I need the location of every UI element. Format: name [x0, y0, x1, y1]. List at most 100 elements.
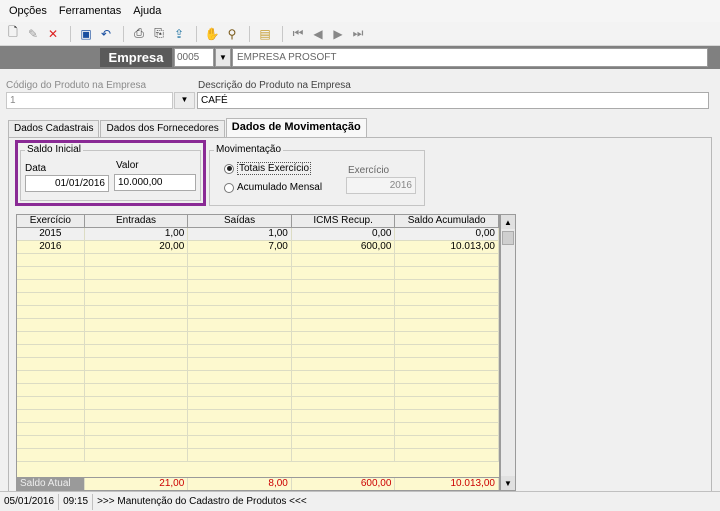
- total-saldo-acumulado: 10.013,00: [395, 478, 499, 490]
- menu-opcoes[interactable]: Opções: [6, 3, 50, 19]
- empty-table-row[interactable]: [17, 449, 499, 462]
- cell-icms-recup: [292, 358, 396, 370]
- cell-saldo-acumulado: [395, 436, 499, 448]
- table-row[interactable]: 2015 1,00 1,00 0,00 0,00: [17, 228, 499, 241]
- column-header-saidas[interactable]: Saídas: [188, 215, 292, 227]
- edit-icon[interactable]: ✎: [24, 25, 42, 43]
- cell-entradas: [85, 384, 189, 396]
- cell-icms-recup: [292, 254, 396, 266]
- cell-saidas: [188, 371, 292, 383]
- status-date: 05/01/2016: [0, 493, 60, 510]
- cell-icms-recup: [292, 436, 396, 448]
- empty-table-row[interactable]: [17, 293, 499, 306]
- cell-entradas: [85, 306, 189, 318]
- toolbar-separator: [249, 25, 250, 42]
- cell-exercicio: [17, 280, 85, 292]
- scroll-up-icon[interactable]: ▲: [501, 215, 515, 229]
- cell-entradas: [85, 423, 189, 435]
- empty-table-row[interactable]: [17, 436, 499, 449]
- column-header-saldo-acumulado[interactable]: Saldo Acumulado: [395, 215, 499, 227]
- cell-entradas: [85, 345, 189, 357]
- cell-saidas: 7,00: [188, 241, 292, 253]
- descricao-produto-field[interactable]: CAFÉ: [197, 92, 709, 109]
- folder-icon[interactable]: ▤: [256, 25, 274, 43]
- column-header-exercicio[interactable]: Exercício: [17, 215, 85, 227]
- save-icon[interactable]: ▣: [77, 25, 95, 43]
- cell-saldo-acumulado: [395, 397, 499, 409]
- print-icon[interactable]: ⎙: [130, 25, 148, 43]
- status-bar: 05/01/2016 09:15 >>> Manutenção do Cadas…: [0, 491, 720, 511]
- scroll-thumb[interactable]: [502, 231, 514, 245]
- empresa-code-field[interactable]: 0005: [174, 48, 214, 67]
- first-record-icon[interactable]: ⏮: [289, 25, 307, 43]
- cell-icms-recup: [292, 306, 396, 318]
- empty-table-row[interactable]: [17, 306, 499, 319]
- cell-saidas: [188, 319, 292, 331]
- tab-dados-movimentacao[interactable]: Dados de Movimentação: [225, 118, 367, 138]
- cell-icms-recup: [292, 332, 396, 344]
- undo-icon[interactable]: ↶: [97, 25, 115, 43]
- cell-saldo-acumulado: [395, 384, 499, 396]
- cell-saidas: [188, 436, 292, 448]
- empty-table-row[interactable]: [17, 397, 499, 410]
- export-icon[interactable]: ⇪: [170, 25, 188, 43]
- cell-saldo-acumulado: [395, 293, 499, 305]
- empresa-bar: Empresa 0005 ▼ EMPRESA PROSOFT: [0, 46, 720, 69]
- cell-saidas: [188, 254, 292, 266]
- prev-record-icon[interactable]: ◀: [309, 25, 327, 43]
- empty-table-row[interactable]: [17, 332, 499, 345]
- column-header-icms-recup[interactable]: ICMS Recup.: [292, 215, 396, 227]
- empresa-dropdown-button[interactable]: ▼: [215, 48, 231, 67]
- grid-scrollbar[interactable]: ▲ ▼: [500, 214, 516, 491]
- empresa-label: Empresa: [100, 48, 172, 67]
- cell-exercicio: [17, 410, 85, 422]
- empty-table-row[interactable]: [17, 267, 499, 280]
- cell-icms-recup: [292, 449, 396, 461]
- cell-saidas: [188, 267, 292, 279]
- table-row[interactable]: 2016 20,00 7,00 600,00 10.013,00: [17, 241, 499, 254]
- empty-table-row[interactable]: [17, 254, 499, 267]
- toolbar: 🗋 ✎ ✕ ▣ ↶ ⎙ ⎘ ⇪ ✋ ⚲ ▤ ⏮ ◀ ▶ ⏭: [0, 22, 720, 46]
- hand-icon[interactable]: ✋: [203, 25, 221, 43]
- codigo-produto-field[interactable]: 1: [6, 92, 173, 109]
- menu-ferramentas[interactable]: Ferramentas: [56, 3, 124, 19]
- empty-table-row[interactable]: [17, 410, 499, 423]
- search-icon[interactable]: ⚲: [223, 25, 241, 43]
- scroll-down-icon[interactable]: ▼: [501, 476, 515, 490]
- empty-table-row[interactable]: [17, 371, 499, 384]
- empty-table-row[interactable]: [17, 423, 499, 436]
- cell-saidas: [188, 332, 292, 344]
- cell-saidas: [188, 280, 292, 292]
- empty-table-row[interactable]: [17, 384, 499, 397]
- movimentacao-grid[interactable]: Exercício Entradas Saídas ICMS Recup. Sa…: [16, 214, 500, 491]
- radio-totais-exercicio[interactable]: Totais Exercício: [224, 162, 312, 175]
- cell-exercicio: [17, 436, 85, 448]
- empty-table-row[interactable]: [17, 358, 499, 371]
- menu-ajuda[interactable]: Ajuda: [130, 3, 164, 19]
- codigo-produto-dropdown-button[interactable]: ▼: [174, 92, 195, 109]
- column-header-entradas[interactable]: Entradas: [85, 215, 189, 227]
- cell-saldo-acumulado: [395, 345, 499, 357]
- empty-table-row[interactable]: [17, 280, 499, 293]
- cell-exercicio: [17, 397, 85, 409]
- empty-table-row[interactable]: [17, 345, 499, 358]
- cell-exercicio: [17, 254, 85, 266]
- toolbar-separator: [282, 25, 283, 42]
- radio-on-icon: [224, 163, 234, 174]
- new-icon[interactable]: 🗋: [4, 25, 22, 43]
- next-record-icon[interactable]: ▶: [329, 25, 347, 43]
- cell-saldo-acumulado: [395, 423, 499, 435]
- cell-exercicio: [17, 371, 85, 383]
- cell-saidas: [188, 423, 292, 435]
- cell-saldo-acumulado: [395, 410, 499, 422]
- tab-dados-fornecedores[interactable]: Dados dos Fornecedores: [100, 120, 225, 138]
- last-record-icon[interactable]: ⏭: [349, 25, 367, 43]
- print-preview-icon[interactable]: ⎘: [150, 25, 168, 43]
- grid-body: 2015 1,00 1,00 0,00 0,00 2016 20,00 7,00 600,00 1…: [17, 228, 499, 462]
- empty-table-row[interactable]: [17, 319, 499, 332]
- status-message: >>> Manutenção do Cadastro de Produtos <…: [97, 495, 307, 507]
- tab-dados-cadastrais[interactable]: Dados Cadastrais: [8, 120, 100, 138]
- cell-exercicio: [17, 384, 85, 396]
- radio-acumulado-mensal[interactable]: Acumulado Mensal: [224, 182, 322, 193]
- delete-icon[interactable]: ✕: [44, 25, 62, 43]
